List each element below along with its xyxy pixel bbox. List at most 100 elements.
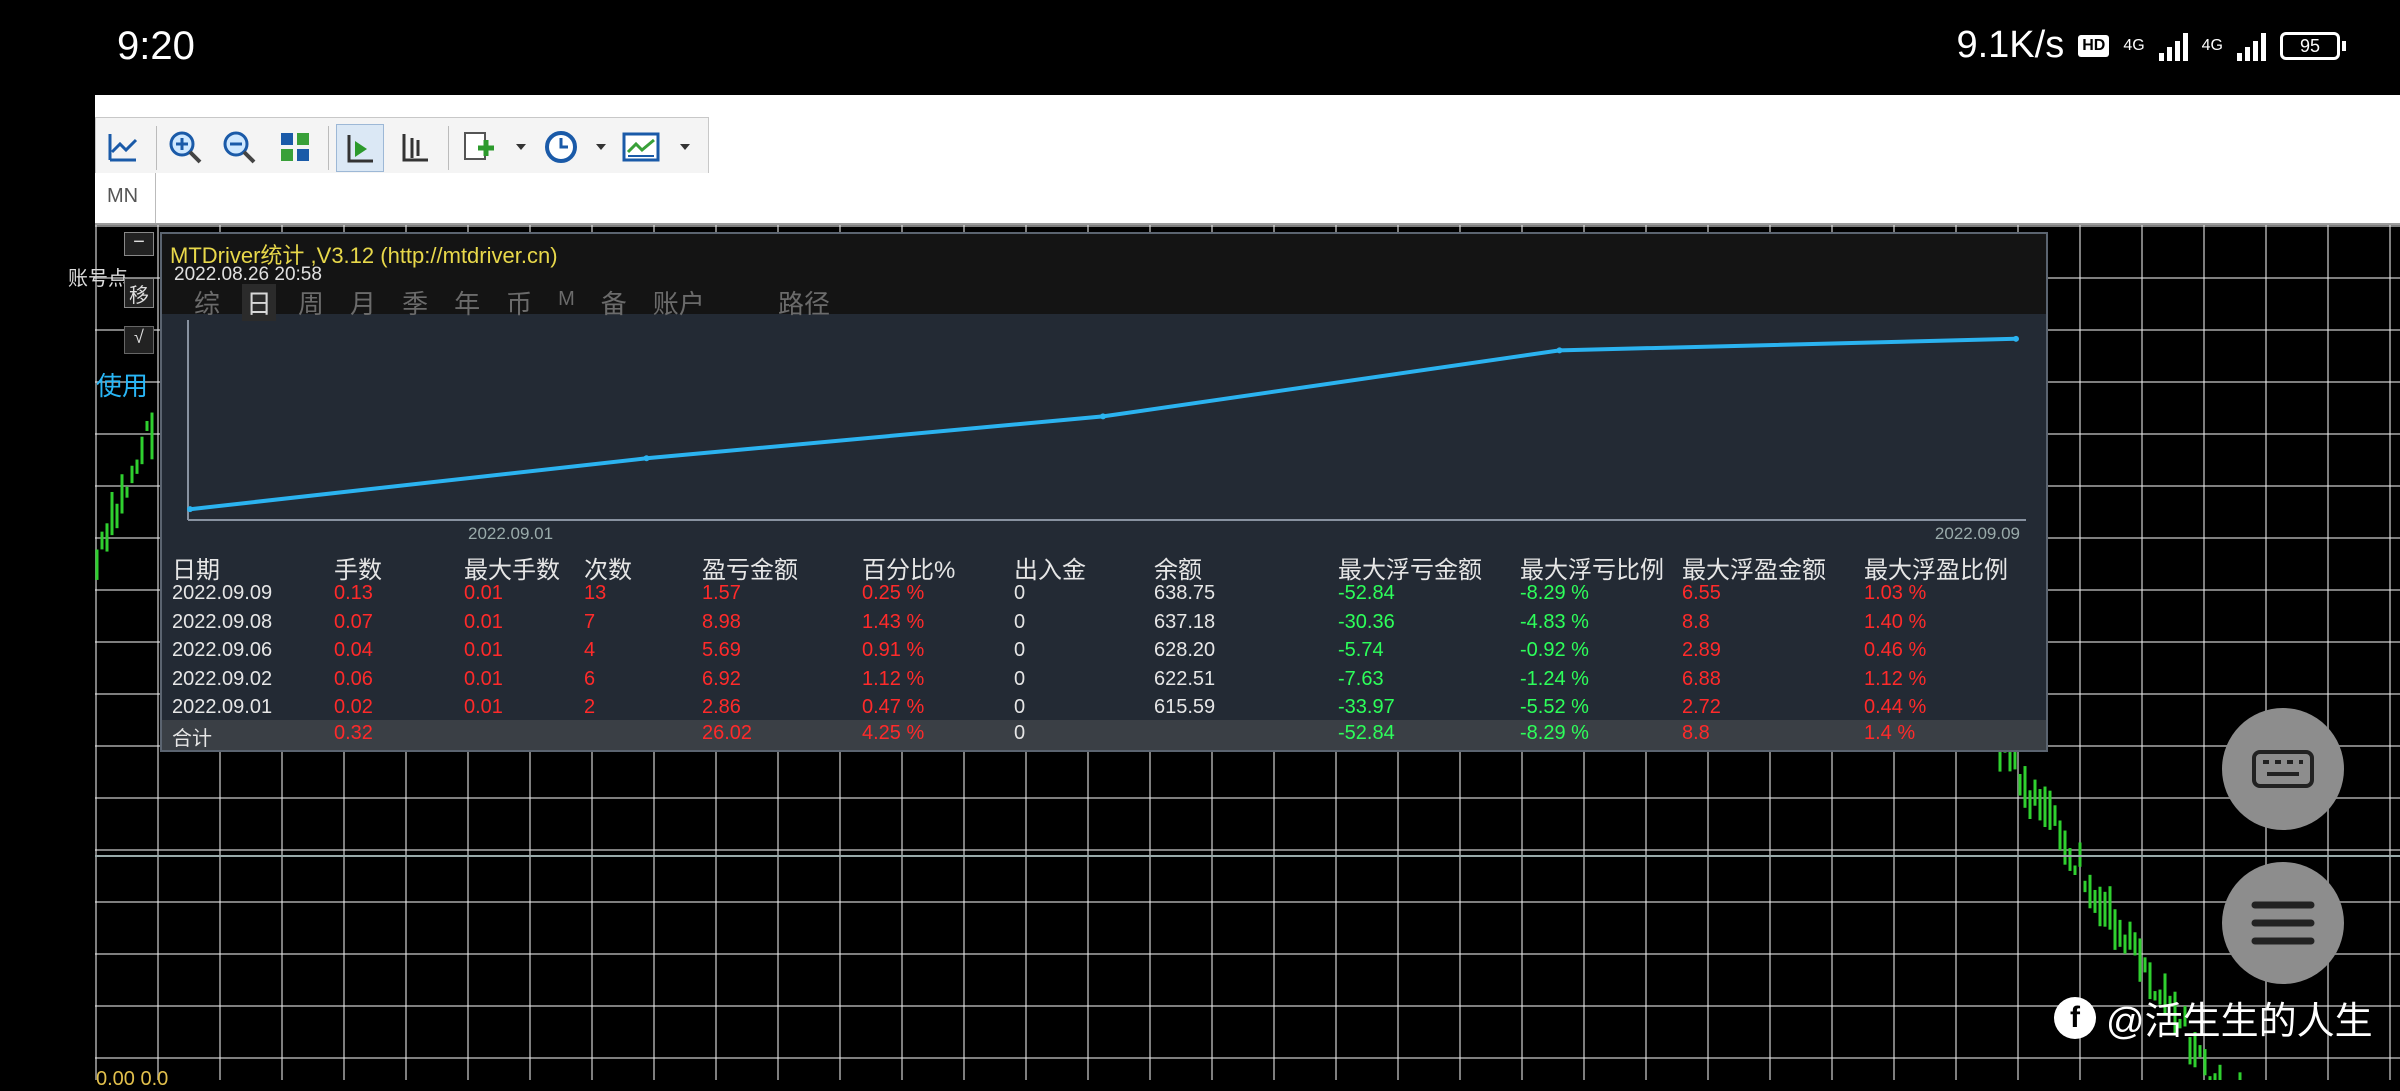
- status-icons: 9.1K/s HD 4G 4G 95: [1956, 24, 2346, 67]
- stats-cell: 6.92: [702, 667, 741, 690]
- stats-cell: 2.72: [1682, 696, 1721, 718]
- use-label: 使用: [96, 371, 149, 401]
- tab-month[interactable]: 月: [346, 284, 380, 321]
- signal-icon: [2158, 31, 2188, 61]
- watermark: f @活生生的人生: [2054, 990, 2373, 1045]
- zoom-in-icon[interactable]: [162, 124, 208, 170]
- app-logo-icon: f: [2054, 996, 2096, 1039]
- stats-cell: -5.52 %: [1520, 696, 1589, 718]
- templates-dropdown-icon[interactable]: [680, 144, 690, 150]
- stats-cell: 最大手数: [464, 557, 560, 584]
- stats-cell: 0.07: [334, 610, 373, 633]
- auto-scroll-icon[interactable]: [336, 124, 384, 172]
- move-button[interactable]: 移: [124, 278, 154, 308]
- stats-cell: 0.06: [334, 667, 373, 690]
- tile-windows-icon[interactable]: [272, 124, 318, 170]
- stats-cell: 1.12 %: [862, 667, 925, 690]
- stats-cell: -5.74: [1338, 639, 1384, 661]
- stats-cell: 5.69: [702, 639, 741, 661]
- stats-row: 2022.09.06 0.04 0.01 4 5.69 0.91 % 0 628.20 -5.7…: [172, 639, 2032, 667]
- stats-cell: 6: [584, 667, 596, 690]
- equity-axis-start-label: 2022.09.01: [468, 524, 554, 543]
- stats-cell: 0.47 %: [862, 696, 925, 718]
- stats-cell: 0: [1014, 610, 1026, 633]
- stats-cell: -52.84: [1338, 722, 1395, 744]
- equity-point: [1100, 413, 1106, 420]
- stats-cell: 0: [1014, 639, 1026, 661]
- stats-cell: 2022.09.02: [172, 667, 273, 690]
- stats-cell: 2.89: [1682, 639, 1721, 661]
- stats-cell: -33.97: [1338, 696, 1395, 718]
- stats-cell: 最大浮盈比例: [1864, 557, 2008, 584]
- stats-cell: 合计: [172, 728, 212, 750]
- periods-dropdown-icon[interactable]: [596, 144, 606, 150]
- stats-cell: 8.98: [702, 610, 741, 633]
- chart-toolbar: [95, 95, 2400, 179]
- periods-clock-icon[interactable]: [538, 124, 584, 170]
- equity-curve-chart: [187, 320, 2026, 521]
- indicators-dropdown-icon[interactable]: [516, 144, 526, 150]
- indicators-icon[interactable]: [456, 124, 502, 170]
- stats-cell: 1.57: [702, 582, 741, 604]
- equity-axis-end-label: 2022.09.09: [1934, 524, 2020, 543]
- stats-cell: 0.01: [464, 667, 503, 690]
- stats-cell: 1.03 %: [1864, 582, 1927, 604]
- timeframe-mn[interactable]: MN: [107, 185, 138, 208]
- stats-cell: -1.24 %: [1520, 667, 1589, 690]
- timeframe-bar: MN: [95, 173, 2400, 225]
- stats-cell: 次数: [584, 557, 632, 584]
- check-button[interactable]: √: [124, 326, 154, 354]
- stats-cell: 637.18: [1154, 610, 1216, 633]
- equity-point: [2013, 335, 2019, 342]
- stats-cell: 0.25 %: [862, 582, 925, 604]
- stats-cell: 盈亏金额: [702, 557, 798, 584]
- menu-button[interactable]: [2222, 862, 2344, 984]
- line-chart-icon[interactable]: [100, 124, 146, 170]
- zoom-out-icon[interactable]: [216, 124, 262, 170]
- net-speed: 9.1K/s: [1956, 24, 2065, 66]
- minimize-button[interactable]: −: [124, 232, 154, 256]
- tab-backup[interactable]: 备: [597, 284, 631, 321]
- tab-week[interactable]: 周: [294, 284, 328, 321]
- clock: 9:20: [117, 24, 195, 68]
- stats-row: 2022.09.02 0.06 0.01 6 6.92 1.12 % 0 622.51 -7.6…: [172, 668, 2032, 696]
- stats-cell: 0.04: [334, 639, 373, 661]
- stats-cell: 615.59: [1154, 696, 1216, 718]
- toolbar-group: [95, 117, 709, 179]
- tab-summary[interactable]: 综: [190, 284, 224, 321]
- equity-line: [189, 336, 2017, 512]
- tab-currency[interactable]: 币: [502, 284, 536, 321]
- tab-day[interactable]: 日: [242, 284, 277, 321]
- tab-path[interactable]: 路径: [778, 284, 830, 321]
- chart-shift-icon[interactable]: [392, 124, 438, 170]
- tab-quarter[interactable]: 季: [398, 284, 432, 321]
- stats-cell: 4.25 %: [862, 722, 925, 744]
- stats-cell: 13: [584, 582, 607, 604]
- panel-tabs: 综 日 周 月 季 年 币 M 备 账户: [190, 284, 709, 321]
- stats-cell: 2022.09.08: [172, 610, 273, 633]
- stats-cell: 1.12 %: [1864, 667, 1927, 690]
- stats-cell: 0.02: [334, 696, 373, 718]
- templates-icon[interactable]: [618, 124, 664, 170]
- tab-m[interactable]: M: [554, 284, 579, 321]
- stats-cell: -8.29 %: [1520, 722, 1589, 744]
- stats-row: 合计 0.32 26.02 4.25 % 0 -52.84 -8.29 % 8.8 1.4 %: [172, 722, 2032, 750]
- stats-row: 2022.09.08 0.07 0.01 7 8.98 1.43 % 0 637.18 -30.…: [172, 611, 2032, 639]
- stats-cell: 0.01: [464, 610, 503, 633]
- panel-timestamp: 2022.08.26 20:58: [174, 264, 322, 285]
- equity-point: [1556, 347, 1563, 354]
- tab-account[interactable]: 账户: [649, 284, 709, 321]
- stats-cell: 2022.09.09: [172, 582, 273, 604]
- stats-cell: 百分比%: [862, 557, 956, 584]
- stats-cell: 2022.09.06: [172, 639, 273, 661]
- stats-cell: 日期: [172, 557, 220, 584]
- stats-cell: 1.43 %: [862, 610, 925, 633]
- stats-cell: 最大浮盈金额: [1682, 557, 1826, 584]
- status-bar: 9:20 9.1K/s HD 4G 4G 95: [0, 0, 2400, 96]
- keyboard-button[interactable]: [2222, 708, 2344, 830]
- stats-cell: 6.55: [1682, 582, 1721, 604]
- stats-cell: -4.83 %: [1520, 610, 1589, 633]
- tab-year[interactable]: 年: [450, 284, 484, 321]
- stats-cell: 7: [584, 610, 596, 633]
- stats-cell: 4: [584, 639, 596, 661]
